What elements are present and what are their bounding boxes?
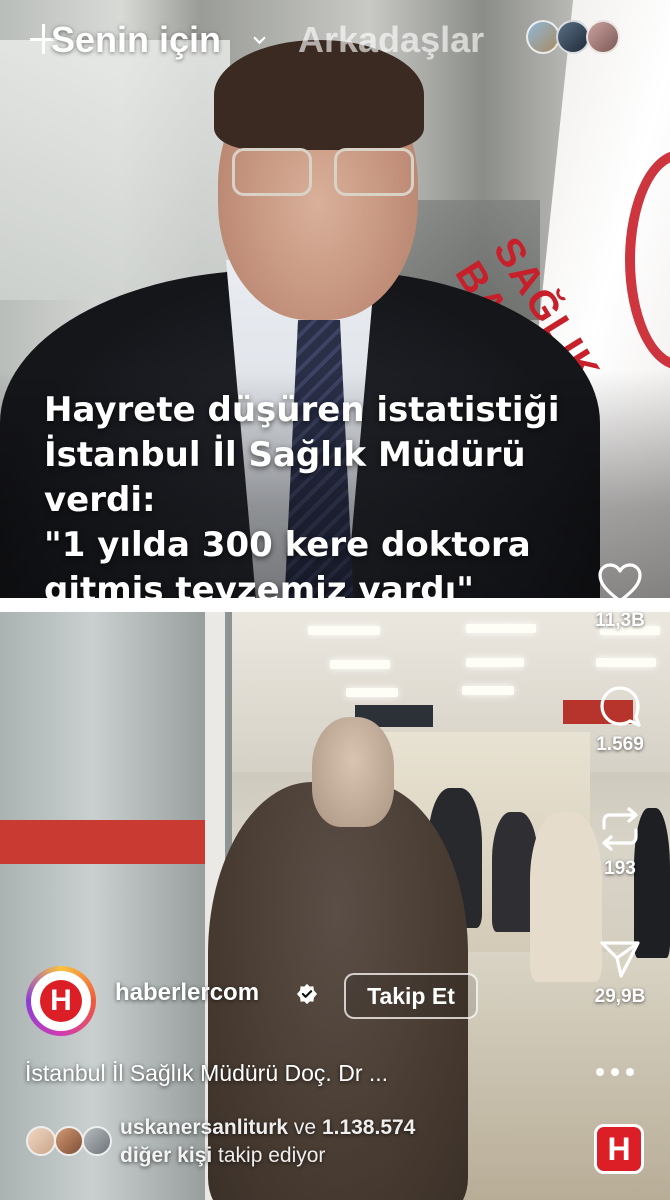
feed-top-bar: Senin için Arkadaşlar — [0, 18, 670, 62]
like-count: 11,3B — [595, 610, 645, 631]
tab-for-you[interactable]: Senin için — [51, 19, 221, 61]
ceiling-light — [462, 686, 514, 695]
avatar-inner: H — [31, 971, 91, 1031]
avatar — [586, 20, 620, 54]
repost-button[interactable]: 193 — [578, 806, 662, 880]
video-frame-bottom[interactable] — [0, 612, 670, 1200]
video-frame-top[interactable]: SAĞLIK BAK Hayrete düşüren istatistiği İ… — [0, 0, 670, 598]
share-count: 29,9B — [594, 986, 646, 1007]
heart-icon — [598, 563, 642, 603]
woman-headscarf — [312, 717, 394, 827]
followers-and: ve — [288, 1116, 322, 1139]
comment-count: 1.569 — [596, 734, 644, 755]
ceiling-light — [596, 658, 656, 667]
ceiling-light — [466, 624, 536, 633]
avatar — [556, 20, 590, 54]
comment-button[interactable]: 1.569 — [578, 684, 662, 756]
person-glasses — [228, 148, 418, 198]
verified-icon — [296, 983, 318, 1005]
avatar — [82, 1126, 112, 1156]
video-headline: Hayrete düşüren istatistiği İstanbul İl … — [44, 390, 560, 598]
share-icon — [600, 941, 640, 978]
followers-others: diğer kişi — [120, 1144, 213, 1167]
ceiling-light — [466, 658, 524, 667]
follower-username[interactable]: uskanersanliturk — [120, 1116, 288, 1139]
ceiling-light — [330, 660, 390, 669]
chevron-down-icon[interactable] — [253, 34, 266, 47]
share-button[interactable]: 29,9B — [578, 938, 662, 1008]
account-logo: H — [40, 980, 82, 1022]
comment-icon — [600, 686, 641, 727]
repost-count: 193 — [604, 858, 636, 879]
ceiling-light — [308, 626, 380, 635]
tab-friends[interactable]: Arkadaşlar — [298, 19, 484, 61]
like-button[interactable]: 11,3B — [578, 562, 662, 632]
more-icon[interactable] — [596, 1068, 636, 1078]
frame-divider — [0, 598, 670, 612]
repost-icon — [602, 807, 638, 851]
avatar[interactable]: H — [26, 966, 96, 1036]
friend-avatars[interactable] — [526, 20, 622, 58]
account-row: H haberlercom Takip Et — [26, 966, 506, 1036]
followers-count: 1.138.574 — [321, 1116, 416, 1139]
followers-row[interactable]: uskanersanliturk ve 1.138.574 diğer kişi … — [26, 1114, 566, 1176]
music-badge[interactable]: H — [594, 1124, 644, 1174]
followers-suffix: takip ediyor — [212, 1144, 326, 1167]
glass-doors — [0, 612, 232, 1200]
post-caption[interactable]: İstanbul İl Sağlık Müdürü Doç. Dr ... — [25, 1060, 505, 1087]
ceiling-light — [346, 688, 398, 697]
door-red-band — [0, 820, 210, 864]
account-name[interactable]: haberlercom — [115, 979, 259, 1007]
background-window — [0, 40, 230, 300]
avatar — [26, 1126, 56, 1156]
followers-text: uskanersanliturk ve 1.138.574 diğer kişi … — [120, 1114, 560, 1170]
avatar — [54, 1126, 84, 1156]
avatar — [526, 20, 560, 54]
follow-button[interactable]: Takip Et — [344, 973, 478, 1019]
